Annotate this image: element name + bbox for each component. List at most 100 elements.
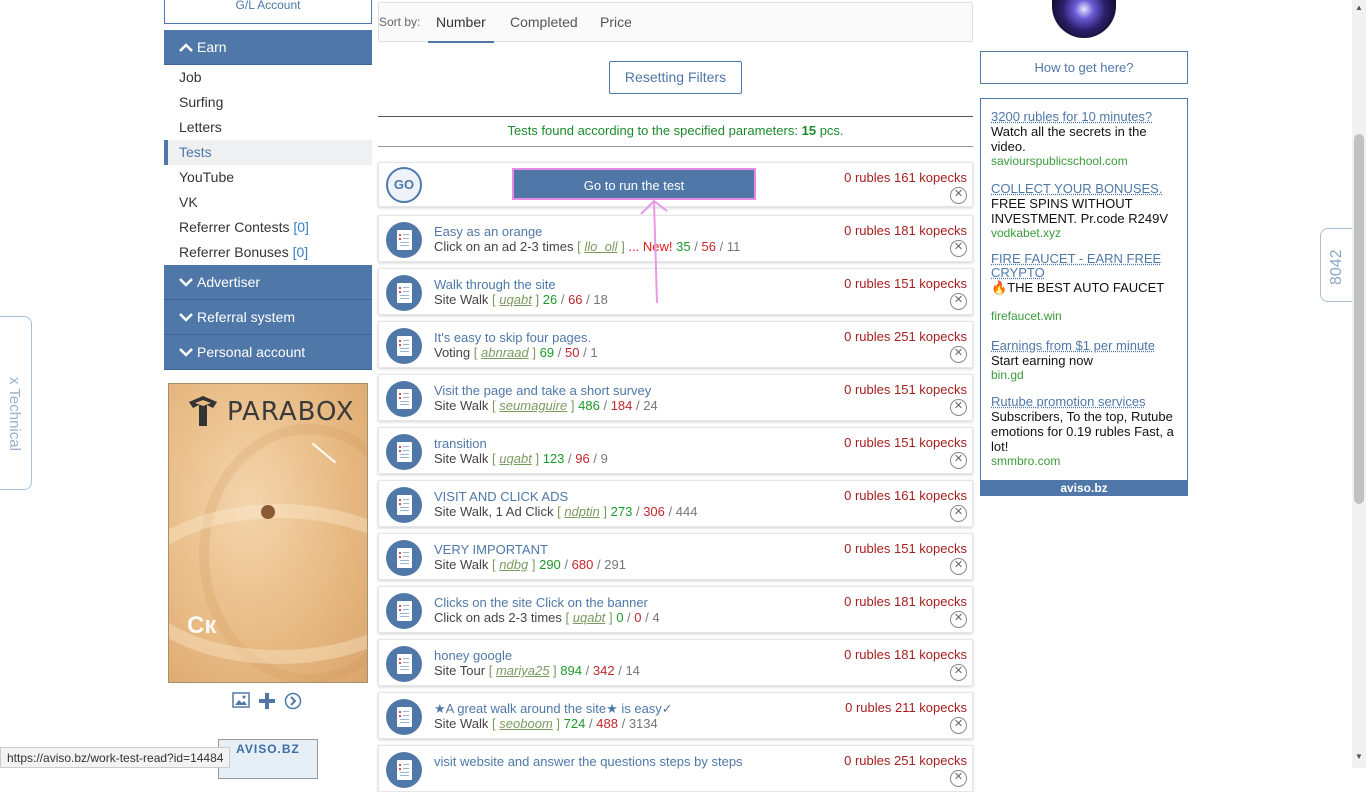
- test-author[interactable]: uqabt: [499, 451, 532, 466]
- close-icon[interactable]: ✕: [950, 346, 967, 363]
- test-author[interactable]: uqabt: [573, 610, 606, 625]
- ad-url[interactable]: firefaucet.win: [991, 309, 1179, 323]
- sidebar-item-surfing[interactable]: Surfing: [164, 90, 372, 115]
- banner-corner-text: Ск: [187, 612, 216, 640]
- aviso-mini-logo[interactable]: AVISO.BZ: [218, 739, 318, 779]
- test-author[interactable]: seumaguire: [499, 398, 567, 413]
- ad-item[interactable]: COLLECT YOUR BONUSES. FREE SPINS WITHOUT…: [991, 181, 1179, 240]
- test-row[interactable]: Visit the page and take a short survey Si…: [378, 374, 973, 421]
- sort-tab-price[interactable]: Price: [592, 3, 640, 41]
- close-icon[interactable]: ✕: [950, 187, 967, 204]
- test-title[interactable]: It's easy to skip four pages.: [434, 330, 591, 345]
- close-icon[interactable]: ✕: [950, 505, 967, 522]
- menu-advertiser-header[interactable]: Advertiser: [164, 265, 372, 300]
- ad-item[interactable]: 3200 rubles for 10 minutes? Watch all th…: [991, 109, 1179, 168]
- image-icon[interactable]: [232, 692, 250, 710]
- ad-title[interactable]: Rutube promotion services: [991, 394, 1179, 409]
- sidebar-item-youtube[interactable]: YouTube: [164, 165, 372, 190]
- test-type: Site Walk: [434, 557, 488, 572]
- test-title[interactable]: transition: [434, 436, 487, 451]
- sidebar-item-referrer-bonuses[interactable]: Referrer Bonuses [0]: [164, 240, 372, 265]
- status-bar-url: https://aviso.bz/work-test-read?id=14484: [0, 747, 230, 768]
- close-icon[interactable]: ✕: [950, 452, 967, 469]
- test-row[interactable]: transition Site Walk [ uqabt ] 123 / 96 /…: [378, 427, 973, 474]
- ad-title[interactable]: FIRE FAUCET - EARN FREE CRYPTO: [991, 252, 1179, 280]
- close-icon[interactable]: ✕: [950, 664, 967, 681]
- avatar[interactable]: [1052, 0, 1116, 38]
- gl-account-button[interactable]: G/L Account: [164, 0, 372, 24]
- test-row[interactable]: VISIT AND CLICK ADS Site Walk, 1 Ad Click…: [378, 480, 973, 527]
- test-title[interactable]: Clicks on the site Click on the banner: [434, 595, 648, 610]
- test-title[interactable]: Walk through the site: [434, 277, 556, 292]
- close-icon[interactable]: ✕: [950, 293, 967, 310]
- test-row[interactable]: Walk through the site Site Walk [ uqabt ]…: [378, 268, 973, 315]
- ad-item[interactable]: Earnings from $1 per minute Start earnin…: [991, 338, 1179, 382]
- arrow-right-circle-icon[interactable]: [284, 692, 302, 710]
- referrer-bonuses-count: [0]: [293, 244, 309, 260]
- ad-block-footer[interactable]: aviso.bz: [980, 480, 1188, 496]
- ad-url[interactable]: vodkabet.xyz: [991, 226, 1179, 240]
- sort-tab-number[interactable]: Number: [428, 3, 494, 43]
- page-scrollbar[interactable]: ▲ ▼: [1352, 0, 1366, 768]
- test-title[interactable]: Easy as an orange: [434, 224, 542, 239]
- test-price: 0 rubles 211 kopecks: [845, 700, 967, 715]
- technical-tab-label: x Technical: [6, 377, 23, 451]
- plus-icon[interactable]: [258, 692, 276, 710]
- test-title[interactable]: VERY IMPORTANT: [434, 542, 548, 557]
- menu-personal-header[interactable]: Personal account: [164, 335, 372, 370]
- run-test-button[interactable]: Go to run the test: [512, 168, 756, 200]
- reset-filters-button[interactable]: Resetting Filters: [609, 61, 742, 94]
- how-to-get-here-button[interactable]: How to get here?: [980, 51, 1188, 84]
- test-title[interactable]: honey google: [434, 648, 512, 663]
- document-icon: [386, 699, 422, 735]
- test-row[interactable]: VERY IMPORTANT Site Walk [ ndbg ] 290 / 6…: [378, 533, 973, 580]
- technical-tab[interactable]: x Technical: [0, 316, 32, 490]
- close-icon[interactable]: ✕: [950, 240, 967, 257]
- test-author[interactable]: ndptin: [564, 504, 599, 519]
- ad-url[interactable]: saviourspublicschool.com: [991, 154, 1179, 168]
- test-author[interactable]: seoboom: [499, 716, 552, 731]
- test-row[interactable]: Clicks on the site Click on the banner Cl…: [378, 586, 973, 633]
- test-author[interactable]: abnraad: [481, 345, 529, 360]
- sidebar-item-referrer-contests[interactable]: Referrer Contests [0]: [164, 215, 372, 240]
- test-title[interactable]: visit website and answer the questions s…: [434, 754, 743, 769]
- ad-item[interactable]: Rutube promotion services Subscribers, T…: [991, 394, 1179, 468]
- menu-referral-header[interactable]: Referral system: [164, 300, 372, 335]
- test-row[interactable]: visit website and answer the questions s…: [378, 745, 973, 792]
- close-icon[interactable]: ✕: [950, 611, 967, 628]
- test-price: 0 rubles 151 kopecks: [844, 382, 967, 397]
- test-author[interactable]: mariya25: [496, 663, 549, 678]
- ad-title[interactable]: COLLECT YOUR BONUSES.: [991, 181, 1179, 196]
- menu-earn-header[interactable]: Earn: [164, 30, 372, 65]
- scroll-down-icon[interactable]: ▼: [1355, 752, 1363, 761]
- sidebar-item-letters[interactable]: Letters: [164, 115, 372, 140]
- ad-title[interactable]: Earnings from $1 per minute: [991, 338, 1179, 353]
- test-title[interactable]: ★A great walk around the site★ is easy✓: [434, 701, 673, 717]
- ad-item[interactable]: FIRE FAUCET - EARN FREE CRYPTO 🔥THE BEST…: [991, 252, 1179, 323]
- close-icon[interactable]: ✕: [950, 770, 967, 787]
- ad-title[interactable]: 3200 rubles for 10 minutes?: [991, 109, 1179, 124]
- sidebar-item-vk[interactable]: VK: [164, 190, 372, 215]
- close-icon[interactable]: ✕: [950, 558, 967, 575]
- test-title[interactable]: VISIT AND CLICK ADS: [434, 489, 568, 504]
- test-row[interactable]: ★A great walk around the site★ is easy✓ S…: [378, 692, 973, 739]
- scrollbar-thumb[interactable]: [1354, 134, 1364, 504]
- sidebar-item-tests[interactable]: Tests: [164, 140, 372, 165]
- ad-block: 3200 rubles for 10 minutes? Watch all th…: [980, 98, 1188, 496]
- scroll-up-icon[interactable]: ▲: [1355, 3, 1363, 12]
- test-author[interactable]: llo_oll: [584, 239, 617, 254]
- document-icon: [386, 487, 422, 523]
- sidebar-item-job[interactable]: Job: [164, 65, 372, 90]
- test-row[interactable]: honey google Site Tour [ mariya25 ] 894 /…: [378, 639, 973, 686]
- test-author[interactable]: uqabt: [499, 292, 532, 307]
- close-icon[interactable]: ✕: [950, 717, 967, 734]
- sort-tab-completed[interactable]: Completed: [502, 3, 586, 41]
- test-author[interactable]: ndbg: [499, 557, 528, 572]
- ad-url[interactable]: smmbro.com: [991, 454, 1179, 468]
- parabox-banner[interactable]: PARABOX Ск: [168, 383, 368, 683]
- test-title[interactable]: Visit the page and take a short survey: [434, 383, 651, 398]
- test-row[interactable]: It's easy to skip four pages. Voting [ ab…: [378, 321, 973, 368]
- test-row[interactable]: Easy as an orange Click on an ad 2-3 time…: [378, 215, 973, 262]
- ad-url[interactable]: bin.gd: [991, 368, 1179, 382]
- close-icon[interactable]: ✕: [950, 399, 967, 416]
